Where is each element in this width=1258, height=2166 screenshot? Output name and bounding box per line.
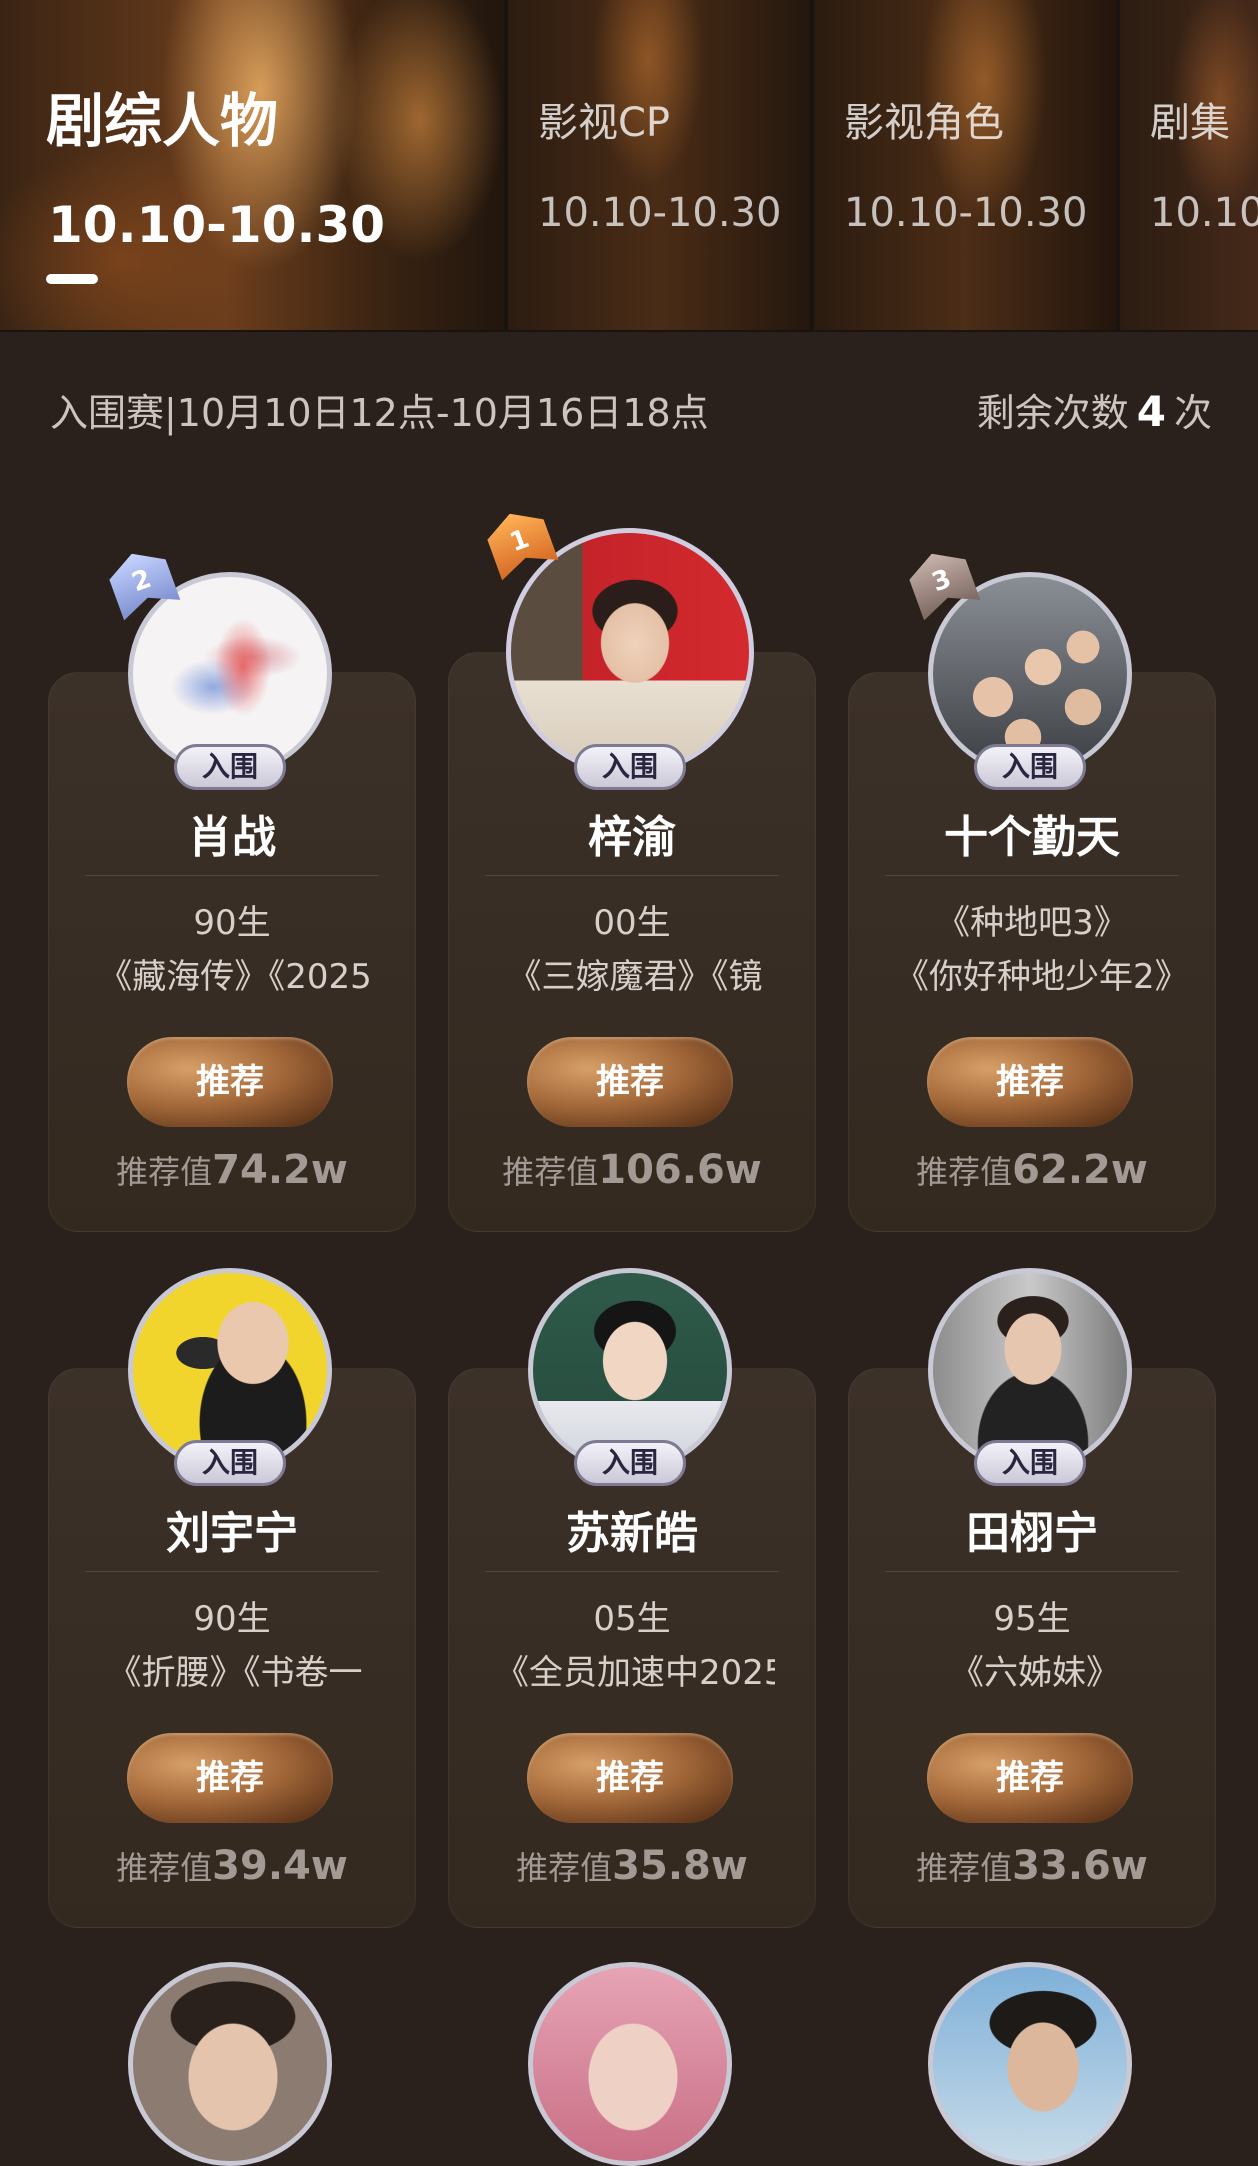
candidate-name: 梓渝 [588,812,676,863]
candidate-avatar[interactable]: 入围 [128,1268,332,1486]
tab-label: 剧综人物 [46,87,279,155]
tab-drama-people[interactable]: 剧综人物 10.10-10.30 [0,0,504,330]
round-info-bar: 入围赛|10月10日12点-10月16日18点 剩余次数 4 次 [50,382,1212,442]
finalist-tag: 入围 [574,1440,686,1486]
recommend-button[interactable]: 推荐 [527,1733,733,1823]
candidate-works: 《折腰》《书卷一 [107,1653,363,1693]
candidate-name: 刘宇宁 [166,1508,298,1559]
recommend-score: 推荐值35.8w [449,1843,815,1889]
candidate-avatar[interactable] [928,1962,1132,2166]
remaining-label: 剩余次数 [976,391,1129,435]
score-label: 推荐值 [916,1153,1013,1191]
divider [85,875,379,876]
divider [485,1571,779,1572]
finalist-tag: 入围 [974,1440,1086,1486]
tab-film-cp[interactable]: 影视CP 10.10-10.30 [508,0,810,330]
tab-label: 剧集 [1150,100,1230,146]
divider [885,1571,1179,1572]
candidate-works: 《六姊妹》 [950,1653,1120,1693]
finalist-tag: 入围 [174,1440,286,1486]
recommend-score: 推荐值62.2w [849,1147,1215,1193]
recommend-score: 推荐值33.6w [849,1843,1215,1889]
candidate-works: 《你好种地少年2》 [895,957,1175,997]
candidate-avatar[interactable]: 入围 [928,1268,1132,1486]
candidate-works: 《全员加速中2025 [495,1653,775,1693]
tab-date: 10.10-10.30 [48,196,386,254]
candidate-name: 苏新皓 [566,1508,698,1559]
score-label: 推荐值 [516,1849,613,1887]
candidate-avatar[interactable]: 入围 [528,1268,732,1486]
recommend-button[interactable]: 推荐 [927,1733,1133,1823]
tab-label: 影视CP [538,100,671,146]
candidate-birth: 《种地吧3》 [936,903,1128,943]
candidate-avatar[interactable]: 入围 [928,572,1132,790]
score-value: 62.2w [1012,1147,1148,1193]
recommend-button[interactable]: 推荐 [127,1733,333,1823]
candidate-avatar[interactable] [128,1962,332,2166]
candidate-avatar[interactable] [528,1962,732,2166]
remaining-votes: 剩余次数 4 次 [977,382,1212,437]
divider [85,1571,379,1572]
finalist-tag: 入围 [574,744,686,790]
score-value: 39.4w [212,1843,348,1889]
candidate-name: 十个勤天 [944,812,1120,863]
score-value: 74.2w [212,1147,348,1193]
candidate-birth: 95生 [993,1599,1071,1639]
finalist-tag: 入围 [174,744,286,790]
candidate-birth: 90生 [193,903,271,943]
candidate-avatar[interactable]: 入围 [506,528,754,790]
recommend-score: 推荐值74.2w [49,1147,415,1193]
recommend-score: 推荐值106.6w [449,1147,815,1193]
candidate-birth: 05生 [593,1599,671,1639]
category-tabs: 剧综人物 10.10-10.30 影视CP 10.10-10.30 影视角色 1… [0,0,1258,332]
tab-series[interactable]: 剧集 10.10- [1120,0,1258,330]
finalist-tag: 入围 [974,744,1086,790]
candidate-avatar[interactable]: 入围 [128,572,332,790]
candidate-name: 肖战 [188,812,276,863]
score-label: 推荐值 [502,1153,599,1191]
avatar-image [506,528,754,776]
tab-film-role[interactable]: 影视角色 10.10-10.30 [814,0,1116,330]
remaining-unit: 次 [1173,391,1212,435]
tab-date: 10.10-10.30 [844,190,1088,236]
divider [485,875,779,876]
recommend-button[interactable]: 推荐 [527,1037,733,1127]
recommend-score: 推荐值39.4w [49,1843,415,1889]
tab-label: 影视角色 [844,100,1004,146]
score-value: 35.8w [612,1843,748,1889]
score-label: 推荐值 [116,1849,213,1887]
remaining-count: 4 [1136,387,1166,436]
recommend-button[interactable]: 推荐 [127,1037,333,1127]
candidate-works: 《三嫁魔君》《镜 [507,957,763,997]
tab-date: 10.10-10.30 [538,190,782,236]
tab-date: 10.10- [1150,190,1258,236]
score-label: 推荐值 [916,1849,1013,1887]
score-value: 33.6w [1012,1843,1148,1889]
tab-active-indicator [46,274,98,284]
candidate-birth: 90生 [193,1599,271,1639]
candidate-name: 田栩宁 [966,1508,1098,1559]
round-schedule: 入围赛|10月10日12点-10月16日18点 [50,391,709,435]
score-value: 106.6w [598,1147,762,1193]
recommend-button[interactable]: 推荐 [927,1037,1133,1127]
candidate-works: 《藏海传》《2025 [98,957,372,997]
divider [885,875,1179,876]
score-label: 推荐值 [116,1153,213,1191]
candidate-birth: 00生 [593,903,671,943]
